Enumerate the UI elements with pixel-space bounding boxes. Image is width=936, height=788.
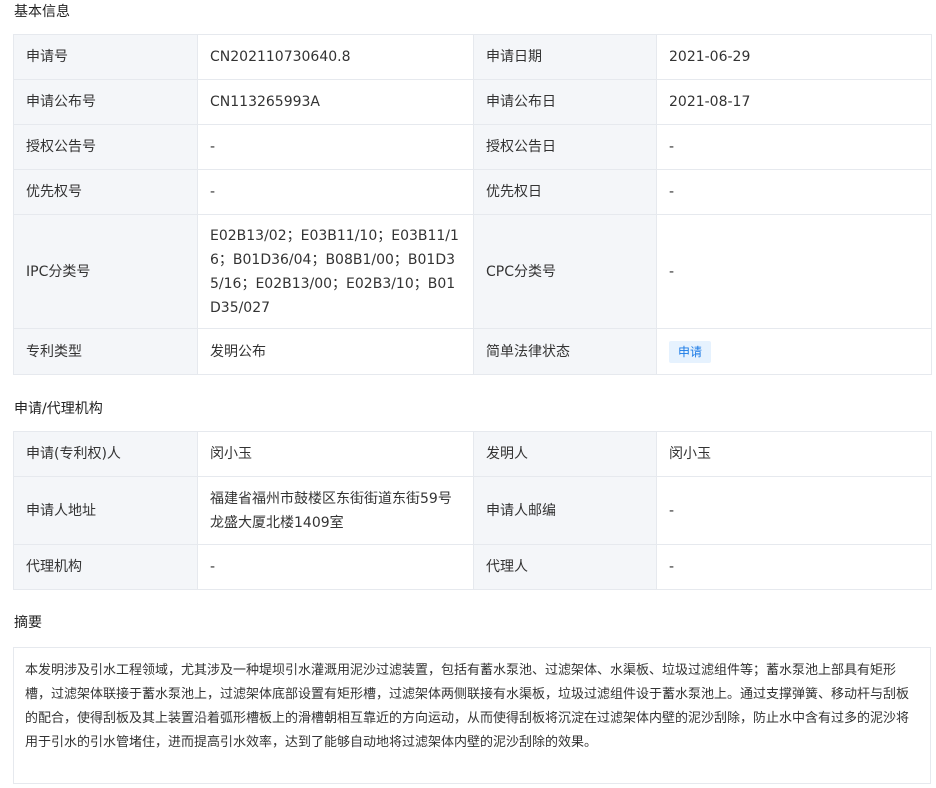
priority-no-value: - xyxy=(197,169,474,215)
ipc-label: IPC分类号 xyxy=(13,214,198,329)
patent-type-label: 专利类型 xyxy=(13,328,198,375)
table-row: 申请号 CN202110730640.8 申请日期 2021-06-29 xyxy=(13,34,932,80)
table-row: IPC分类号 E02B13/02；E03B11/10；E03B11/16；B01… xyxy=(13,214,932,329)
table-row: 申请人地址 福建省福州市鼓楼区东街街道东街59号龙盛大厦北楼1409室 申请人邮… xyxy=(13,476,932,545)
status-badge: 申请 xyxy=(669,340,712,363)
inventor-label: 发明人 xyxy=(473,431,657,477)
app-no-label: 申请号 xyxy=(13,34,198,80)
legal-status-cell: 申请 xyxy=(656,328,932,375)
section-title-agency: 申请/代理机构 xyxy=(14,401,103,417)
legal-status-label: 简单法律状态 xyxy=(473,328,657,375)
postcode-label: 申请人邮编 xyxy=(473,476,657,545)
agent-org-label: 代理机构 xyxy=(13,544,198,590)
agent-org-value: - xyxy=(197,544,474,590)
patent-type-value: 发明公布 xyxy=(197,328,474,375)
agent-label: 代理人 xyxy=(473,544,657,590)
pub-no-value: CN113265993A xyxy=(197,79,474,125)
pub-date-label: 申请公布日 xyxy=(473,79,657,125)
address-label: 申请人地址 xyxy=(13,476,198,545)
priority-no-label: 优先权号 xyxy=(13,169,198,215)
table-row: 申请公布号 CN113265993A 申请公布日 2021-08-17 xyxy=(13,79,932,125)
applicant-label: 申请(专利权)人 xyxy=(13,431,198,477)
priority-date-label: 优先权日 xyxy=(473,169,657,215)
table-row: 授权公告号 - 授权公告日 - xyxy=(13,124,932,170)
app-date-label: 申请日期 xyxy=(473,34,657,80)
grant-date-value: - xyxy=(656,124,932,170)
pub-no-label: 申请公布号 xyxy=(13,79,198,125)
applicant-value: 闵小玉 xyxy=(197,431,474,477)
table-row: 专利类型 发明公布 简单法律状态 申请 xyxy=(13,328,932,375)
section-title-abstract: 摘要 xyxy=(14,615,42,631)
cpc-label: CPC分类号 xyxy=(473,214,657,329)
section-title-basic: 基本信息 xyxy=(14,4,70,20)
cpc-value: - xyxy=(656,214,932,329)
pub-date-value: 2021-08-17 xyxy=(656,79,932,125)
grant-date-label: 授权公告日 xyxy=(473,124,657,170)
postcode-value: - xyxy=(656,476,932,545)
agent-value: - xyxy=(656,544,932,590)
app-no-value: CN202110730640.8 xyxy=(197,34,474,80)
agency-table: 申请(专利权)人 闵小玉 发明人 闵小玉 申请人地址 福建省福州市鼓楼区东街街道… xyxy=(13,431,932,590)
ipc-value: E02B13/02；E03B11/10；E03B11/16；B01D36/04；… xyxy=(197,214,474,329)
table-row: 申请(专利权)人 闵小玉 发明人 闵小玉 xyxy=(13,431,932,477)
table-row: 代理机构 - 代理人 - xyxy=(13,544,932,590)
grant-no-label: 授权公告号 xyxy=(13,124,198,170)
address-value: 福建省福州市鼓楼区东街街道东街59号龙盛大厦北楼1409室 xyxy=(197,476,474,545)
inventor-value: 闵小玉 xyxy=(656,431,932,477)
table-row: 优先权号 - 优先权日 - xyxy=(13,169,932,215)
basic-info-table: 申请号 CN202110730640.8 申请日期 2021-06-29 申请公… xyxy=(13,34,932,375)
abstract-text: 本发明涉及引水工程领域，尤其涉及一种堤坝引水灌溉用泥沙过滤装置，包括有蓄水泵池、… xyxy=(13,647,931,784)
priority-date-value: - xyxy=(656,169,932,215)
app-date-value: 2021-06-29 xyxy=(656,34,932,80)
grant-no-value: - xyxy=(197,124,474,170)
